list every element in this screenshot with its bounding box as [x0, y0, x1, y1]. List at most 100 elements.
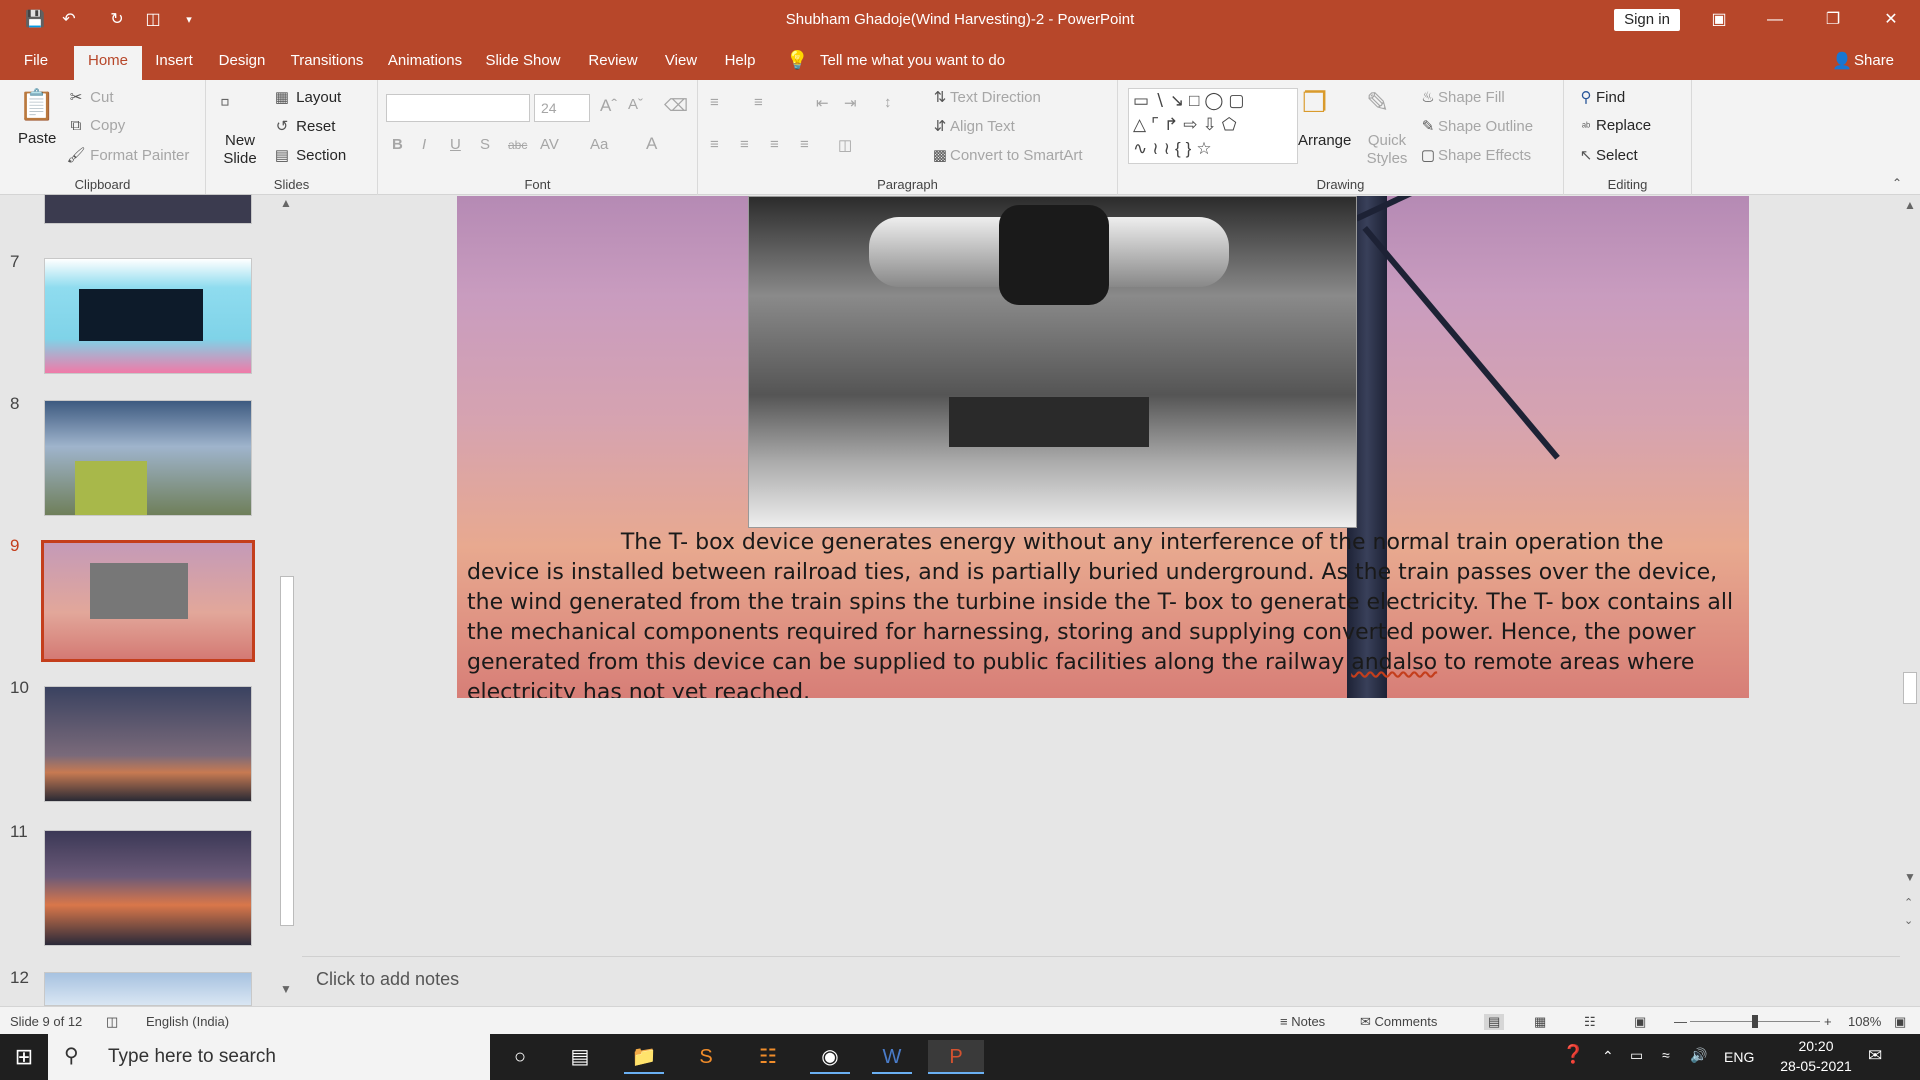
font-color-icon[interactable]: A — [646, 134, 657, 154]
comments-button[interactable]: ✉ Comments — [1360, 1014, 1437, 1030]
align-left-icon[interactable]: ≡ — [710, 136, 719, 153]
justify-icon[interactable]: ≡ — [800, 136, 809, 153]
notes-placeholder[interactable]: Click to add notes — [316, 969, 459, 990]
file-explorer-icon[interactable]: 📁 — [624, 1040, 664, 1074]
scroll-down-icon[interactable]: ▼ — [280, 982, 292, 996]
show-hidden-icons-icon[interactable]: ⌃ — [1602, 1048, 1614, 1065]
quick-styles-button[interactable]: Quick Styles — [1362, 132, 1412, 168]
ribbon-display-icon[interactable]: ▣ — [1692, 0, 1746, 40]
text-direction-button[interactable]: ⇅ Text Direction — [930, 88, 1041, 106]
minimize-button[interactable]: — — [1748, 0, 1802, 40]
align-text-button[interactable]: ⇵ Align Text — [930, 117, 1015, 135]
tab-home[interactable]: Home — [74, 46, 142, 80]
columns-icon[interactable]: ◫ — [838, 136, 852, 154]
current-slide[interactable]: The T- box device generates energy witho… — [457, 196, 1749, 698]
clear-format-icon[interactable]: ⌫ — [664, 96, 688, 116]
tab-help[interactable]: Help — [718, 40, 762, 80]
editor-scrollbar[interactable]: ▲ ▼ ⌃ ⌄ — [1900, 196, 1920, 956]
font-name-box[interactable] — [386, 94, 530, 122]
copy-button[interactable]: ⧉ Copy — [66, 117, 126, 134]
previous-slide-icon[interactable]: ⌃ — [1904, 896, 1913, 909]
restore-button[interactable]: ❐ — [1806, 0, 1860, 40]
scroll-thumb[interactable] — [280, 576, 294, 926]
layout-button[interactable]: ▦ Layout — [272, 88, 341, 106]
xampp-icon[interactable]: ☷ — [748, 1040, 788, 1074]
spelling-error-word[interactable]: andalso — [1351, 650, 1437, 675]
tab-view[interactable]: View — [656, 40, 706, 80]
paste-button[interactable]: Paste — [18, 130, 56, 147]
slide-body-text[interactable]: The T- box device generates energy witho… — [467, 528, 1739, 698]
tab-insert[interactable]: Insert — [148, 40, 200, 80]
next-slide-icon[interactable]: ⌄ — [1904, 914, 1913, 927]
select-button[interactable]: ↖ Select — [1576, 146, 1638, 164]
notes-button[interactable]: ≡ Notes — [1280, 1014, 1325, 1029]
slide-sorter-icon[interactable]: ▦ — [1534, 1014, 1546, 1030]
collapse-ribbon-icon[interactable]: ⌃ — [1892, 176, 1902, 190]
spelling-check-icon[interactable]: ◫ — [106, 1014, 118, 1030]
reset-button[interactable]: ↺ Reset — [272, 117, 336, 135]
slide-thumbnail-6[interactable] — [44, 194, 252, 224]
taskbar-search[interactable]: ⚲ Type here to search — [48, 1034, 490, 1080]
convert-smartart-button[interactable]: ▩ Convert to SmartArt — [930, 146, 1083, 164]
tell-me-search[interactable]: Tell me what you want to do — [820, 40, 1005, 80]
slide-thumbnail-8[interactable] — [44, 400, 252, 516]
windows-start-icon[interactable]: ⊞ — [4, 1040, 44, 1074]
word-icon[interactable]: W — [872, 1040, 912, 1074]
sublime-text-icon[interactable]: S — [686, 1040, 726, 1074]
shape-outline-button[interactable]: ✎ Shape Outline — [1418, 117, 1533, 135]
section-button[interactable]: ▤ Section — [272, 146, 346, 164]
bullets-icon[interactable]: ≡ — [710, 94, 719, 111]
sign-in-button[interactable]: Sign in — [1614, 9, 1680, 31]
tab-animations[interactable]: Animations — [382, 40, 468, 80]
task-view-icon[interactable]: ▤ — [560, 1040, 600, 1074]
slide-thumbnail-10[interactable] — [44, 686, 252, 802]
shapes-gallery[interactable]: ▭∖↘□◯▢ △⌜↱⇨⇩⬠ ∿≀≀{}☆ — [1128, 88, 1298, 164]
format-painter-button[interactable]: 🖌 Format Painter — [66, 146, 189, 164]
battery-icon[interactable]: ▭ — [1630, 1047, 1643, 1064]
line-spacing-icon[interactable]: ↕ — [884, 94, 892, 111]
clock-date[interactable]: 28-05-2021 — [1776, 1058, 1856, 1074]
language-indicator[interactable]: English (India) — [146, 1014, 229, 1029]
strikethrough-icon[interactable]: abc — [508, 138, 527, 152]
powerpoint-icon[interactable]: P — [928, 1040, 984, 1074]
volume-icon[interactable]: 🔊 — [1690, 1047, 1707, 1064]
align-center-icon[interactable]: ≡ — [740, 136, 749, 153]
tab-file[interactable]: File — [14, 40, 58, 80]
numbering-icon[interactable]: ≡ — [754, 94, 763, 111]
share-button[interactable]: Share — [1854, 40, 1894, 80]
tab-review[interactable]: Review — [584, 40, 642, 80]
cut-button[interactable]: ✂ Cut — [66, 88, 114, 106]
scroll-down-icon[interactable]: ▼ — [1904, 870, 1916, 884]
help-icon[interactable]: ❓ — [1562, 1044, 1584, 1065]
char-spacing-icon[interactable]: AV — [540, 136, 559, 153]
replace-button[interactable]: ᵃᵇ Replace — [1576, 117, 1651, 134]
zoom-in-icon[interactable]: + — [1824, 1014, 1832, 1029]
tab-slide-show[interactable]: Slide Show — [480, 40, 566, 80]
reading-view-icon[interactable]: ☷ — [1584, 1014, 1596, 1030]
zoom-level[interactable]: 108% — [1848, 1014, 1881, 1029]
font-size-box[interactable]: 24 — [534, 94, 590, 122]
scroll-thumb[interactable] — [1903, 672, 1917, 704]
underline-icon[interactable]: U — [450, 136, 461, 153]
notes-pane[interactable]: Click to add notes — [302, 956, 1900, 1006]
scroll-up-icon[interactable]: ▲ — [280, 196, 292, 210]
fit-to-window-icon[interactable]: ▣ — [1894, 1014, 1906, 1030]
normal-view-icon[interactable]: ▤ — [1484, 1014, 1505, 1030]
italic-icon[interactable]: I — [422, 136, 426, 153]
tab-design[interactable]: Design — [212, 40, 272, 80]
find-button[interactable]: ⚲ Find — [1576, 88, 1626, 106]
shape-fill-button[interactable]: ♨ Shape Fill — [1418, 88, 1504, 106]
slide-count[interactable]: Slide 9 of 12 — [10, 1014, 82, 1029]
input-language[interactable]: ENG — [1724, 1049, 1754, 1065]
wifi-icon[interactable]: ≈ — [1662, 1047, 1670, 1063]
increase-indent-icon[interactable]: ⇥ — [844, 94, 857, 112]
change-case-icon[interactable]: Aa — [590, 136, 608, 153]
clock-time[interactable]: 20:20 — [1786, 1038, 1846, 1054]
bold-icon[interactable]: B — [392, 136, 403, 153]
slide-thumbnail-7[interactable] — [44, 258, 252, 374]
tab-transitions[interactable]: Transitions — [284, 40, 370, 80]
decrease-indent-icon[interactable]: ⇤ — [816, 94, 829, 112]
slide-thumbnail-12[interactable] — [44, 972, 252, 1006]
slideshow-view-icon[interactable]: ▣ — [1634, 1014, 1646, 1030]
zoom-thumb[interactable] — [1752, 1015, 1758, 1028]
